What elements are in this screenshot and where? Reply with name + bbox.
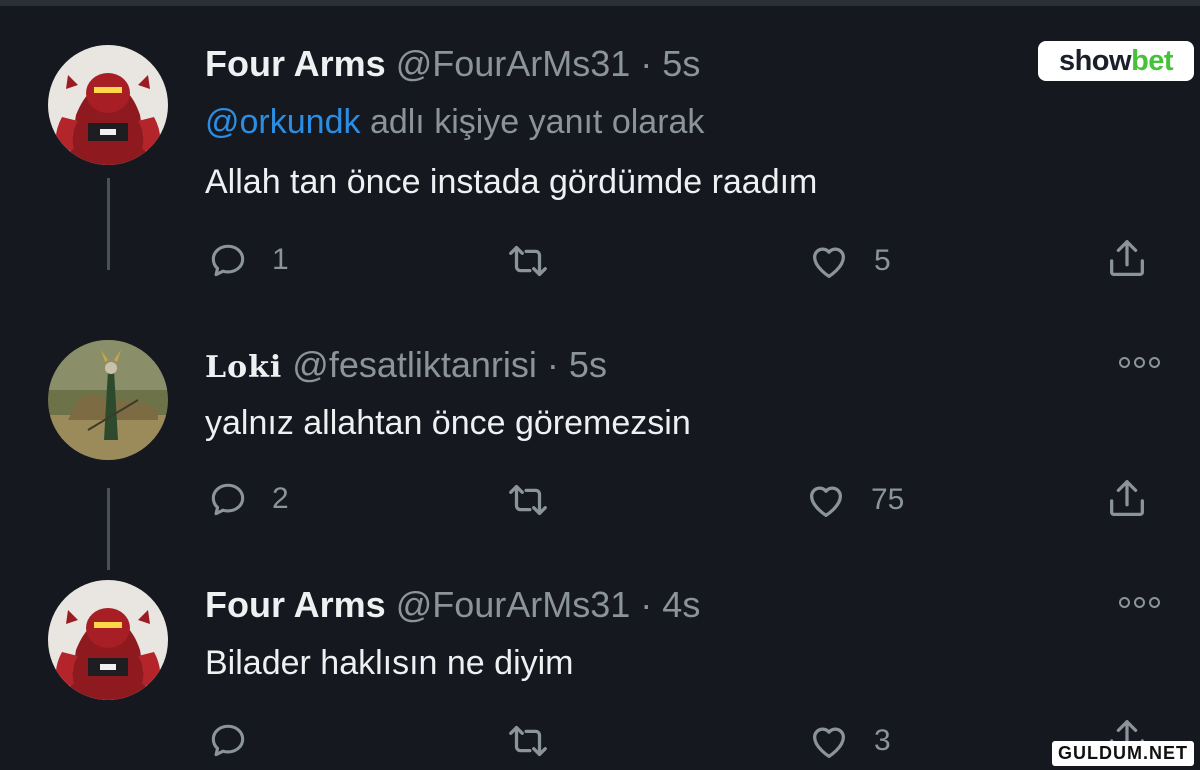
tweet-header: Loki @fesatliktanrisi · 5s [205, 345, 607, 388]
heart-icon [812, 247, 846, 278]
user-handle[interactable]: @FourArMs31 [396, 43, 631, 84]
showbet-logo: show bet [1038, 41, 1194, 81]
retweet-icon [509, 245, 547, 277]
reply-count: 2 [272, 482, 289, 515]
heart-icon [812, 727, 846, 758]
reply-icon [211, 483, 245, 516]
more-options-dot [1149, 357, 1160, 368]
like-button[interactable]: 5 [806, 238, 891, 284]
reply-icon [211, 724, 245, 757]
more-options-dot [1149, 597, 1160, 608]
tweet-text: Bilader haklısın ne diyim [205, 644, 574, 682]
separator: · [546, 344, 559, 385]
reply-button[interactable]: 2 [206, 477, 289, 521]
thread-connector [107, 178, 110, 270]
thread-connector [107, 488, 110, 570]
mention-link[interactable]: @orkundk [205, 103, 360, 141]
heart-icon [809, 486, 843, 517]
separator: · [640, 584, 653, 625]
tweet-text: yalnız allahtan önce göremezsin [205, 404, 691, 442]
reply-context-text: adlı kişiye yanıt olarak [369, 103, 705, 141]
more-options-button[interactable] [1119, 357, 1160, 368]
retweet-button[interactable] [505, 238, 551, 284]
tweet-header: Four Arms @FourArMs31 · 5s [205, 44, 700, 84]
timestamp[interactable]: 5s [662, 43, 700, 84]
avatar-four-arms[interactable] [48, 580, 168, 700]
more-options-dot [1134, 357, 1145, 368]
share-button[interactable] [1104, 476, 1150, 522]
share-icon [1110, 240, 1144, 276]
retweet-icon [509, 725, 547, 757]
avatar-loki[interactable] [48, 340, 168, 460]
more-options-button[interactable] [1119, 597, 1160, 608]
avatar-four-arms[interactable] [48, 45, 168, 165]
retweet-button[interactable] [505, 477, 551, 523]
tweet-header: Four Arms @FourArMs31 · 4s [205, 585, 700, 625]
share-icon [1110, 480, 1144, 516]
reply-context: @orkundk adlı kişiye yanıt olarak [205, 102, 704, 142]
user-handle[interactable]: @FourArMs31 [396, 584, 631, 625]
reply-button[interactable] [206, 718, 250, 762]
tweet-text: Allah tan önce instada gördümde raadım [205, 163, 818, 201]
more-options-dot [1119, 357, 1130, 368]
display-name[interactable]: Four Arms [205, 43, 386, 84]
like-count: 5 [874, 244, 891, 277]
display-name[interactable]: Four Arms [205, 584, 386, 625]
more-options-dot [1119, 597, 1130, 608]
retweet-icon [509, 484, 547, 516]
timestamp[interactable]: 5s [569, 344, 607, 385]
watermark: GULDUM.NET [1052, 741, 1194, 766]
timestamp[interactable]: 4s [662, 584, 700, 625]
like-count: 3 [874, 724, 891, 757]
like-button[interactable]: 75 [803, 477, 904, 523]
reply-button[interactable]: 1 [206, 238, 289, 282]
like-count: 75 [871, 483, 905, 516]
top-border [0, 0, 1200, 6]
reply-icon [211, 244, 245, 277]
reply-count: 1 [272, 243, 289, 276]
like-button[interactable]: 3 [806, 718, 891, 764]
retweet-button[interactable] [505, 718, 551, 764]
share-button[interactable] [1104, 236, 1150, 282]
separator: · [640, 43, 653, 84]
display-name[interactable]: Loki [205, 350, 282, 385]
user-handle[interactable]: @fesatliktanrisi [292, 344, 537, 385]
more-options-dot [1134, 597, 1145, 608]
